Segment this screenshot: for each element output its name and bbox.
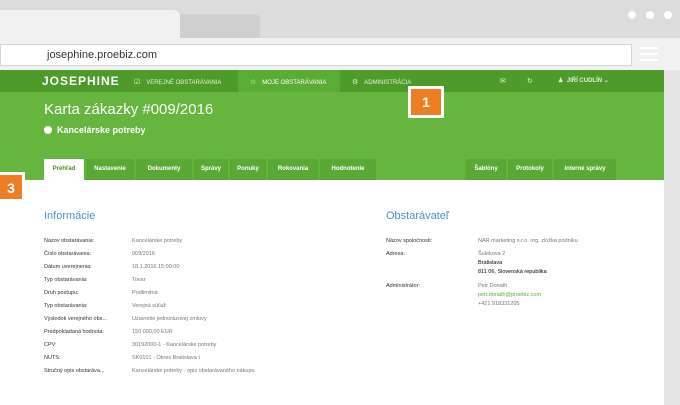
- tab-ponuky[interactable]: Ponuky: [230, 159, 266, 180]
- info-value: 150 000,00 EUR: [132, 329, 173, 335]
- user-name: JIŘÍ CUDLÍN: [566, 78, 603, 84]
- info-label: Typ obstarávania:: [44, 303, 88, 309]
- window-dot-icon[interactable]: [646, 11, 654, 19]
- info-label: Stručný opis obstaráva...: [44, 368, 105, 374]
- info-value: Kancelárske potreby - opis obstarávaného…: [132, 368, 255, 374]
- buyer-label: Názov spoločnosti:: [386, 238, 433, 244]
- chevron-down-icon: ⌄: [603, 78, 609, 84]
- admin-phone: +421 918331205: [478, 301, 520, 307]
- info-value: Podlimitná: [132, 290, 158, 296]
- info-label: Výsledok verejného obs...: [44, 316, 107, 322]
- checkbox-icon: ☑: [134, 79, 141, 86]
- scrollbar[interactable]: [664, 70, 680, 405]
- admin-email-link[interactable]: petr.donath@proebiz.com: [478, 292, 541, 298]
- info-label: Predpokladaná hodnota:: [44, 329, 104, 335]
- info-section-title: Informácie: [44, 210, 96, 222]
- page-header: Karta zákazky #009/2016 Kancelárske potr…: [0, 92, 664, 180]
- info-value: SK0101 - Okres Bratislava I: [132, 355, 200, 361]
- app-navbar: JOSEPHINE ☑ VEREJNÉ OBSTARÁVANIA ☆ MOJE OB…: [0, 70, 664, 92]
- app-logo[interactable]: JOSEPHINE: [42, 74, 120, 88]
- window-controls: [628, 11, 672, 19]
- info-value: 18.1.2016 15:00:00: [132, 264, 180, 270]
- window-dot-icon[interactable]: [664, 11, 672, 19]
- nav-moje-obstaravania[interactable]: ☆ MOJE OBSTARÁVANIA: [238, 70, 340, 92]
- info-label: CPV:: [44, 342, 57, 348]
- annotation-badge-3: 3: [0, 172, 25, 202]
- user-icon: ♟: [558, 78, 564, 84]
- tab-hodnotenie[interactable]: Hodnotenie: [320, 159, 376, 180]
- browser-menu-icon[interactable]: [640, 47, 658, 61]
- admin-name: Petr Donath: [478, 283, 508, 289]
- subtitle-text: Kancelárske potreby: [57, 125, 146, 135]
- tab-prehlad[interactable]: Prehľad: [44, 159, 84, 180]
- nav-item-label: ADMINISTRÁCIA: [364, 80, 412, 86]
- gear-icon: ⚙: [352, 79, 359, 86]
- info-value: Kancelárske potreby: [132, 238, 183, 244]
- buyer-label: Administrátor:: [386, 283, 420, 289]
- info-label: Druh postupu:: [44, 290, 79, 296]
- main-content: Informácie Názov obstarávania: Kancelársk…: [0, 180, 664, 405]
- window-dot-icon[interactable]: [628, 11, 636, 19]
- info-value: 009/2016: [132, 251, 155, 257]
- url-field[interactable]: josephine.proebiz.com: [0, 44, 632, 66]
- info-value: Verejná súťaž: [132, 303, 166, 309]
- info-value: Tovar: [132, 277, 146, 283]
- tab-dokumenty[interactable]: Dokumenty: [136, 159, 192, 180]
- tab-sablony[interactable]: Šablóny: [466, 159, 506, 180]
- messages-icon[interactable]: ✉: [500, 77, 506, 85]
- buyer-label: Adresa:: [386, 251, 405, 257]
- address-line: Šulekova 2: [478, 251, 506, 257]
- buyer-section-title: Obstarávateľ: [386, 210, 450, 222]
- nav-item-label: MOJE OBSTARÁVANIA: [262, 80, 327, 86]
- tab-interne-spravy[interactable]: Interné správy: [554, 159, 616, 180]
- tab-rokovania[interactable]: Rokovania: [268, 159, 318, 180]
- page-title: Karta zákazky #009/2016: [44, 101, 214, 118]
- buyer-company: NAR marketing s.r.o. org. zložka podniku: [478, 238, 578, 244]
- info-value: Uzavretie jednorázovej zmluvy: [132, 316, 207, 322]
- tab-spravy[interactable]: Správy: [194, 159, 228, 180]
- info-label: Dátum uverejnenia:: [44, 264, 92, 270]
- bullet-icon: [44, 126, 52, 134]
- info-label: Názov obstarávania:: [44, 238, 95, 244]
- info-label: NUTS:: [44, 355, 61, 361]
- address-line: Bratislava: [478, 260, 503, 266]
- info-label: Typ obstarávania:: [44, 277, 88, 283]
- nav-verejne-obstaravania[interactable]: ☑ VEREJNÉ OBSTARÁVANIA: [128, 70, 234, 92]
- address-line: 811 06, Slovenská republika: [478, 269, 547, 275]
- browser-tab-active[interactable]: [0, 10, 180, 38]
- nav-item-label: VEREJNÉ OBSTARÁVANIA: [146, 80, 222, 86]
- user-menu[interactable]: ♟ JIŘÍ CUDLÍN ⌄: [558, 77, 609, 84]
- page-subtitle: Kancelárske potreby: [44, 125, 146, 135]
- tab-bar: Prehľad Nastavenie Dokumenty Správy Ponu…: [0, 159, 664, 180]
- refresh-icon[interactable]: ↻: [527, 77, 533, 85]
- star-icon: ☆: [250, 79, 257, 86]
- annotation-badge-1: 1: [408, 86, 444, 118]
- tab-protokoly[interactable]: Protokoly: [508, 159, 552, 180]
- info-value: 30192000-1 - Kancelárske potreby: [132, 342, 217, 348]
- info-label: Číslo obstarávania:: [44, 251, 92, 257]
- tab-nastavenie[interactable]: Nastavenie: [86, 159, 134, 180]
